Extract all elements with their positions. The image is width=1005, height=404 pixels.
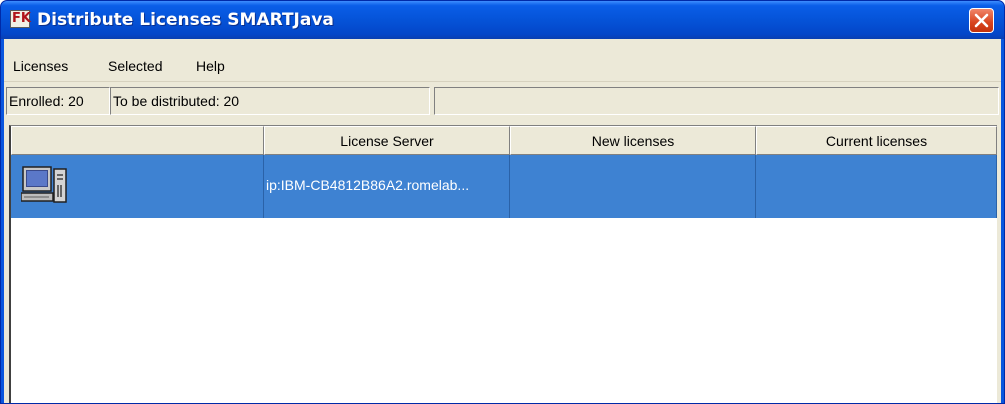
window-client-area: Licenses Selected Help Enrolled: 20 To b… [4, 39, 1001, 403]
menu-bar: Licenses Selected Help [4, 39, 1001, 82]
menu-selected[interactable]: Selected [108, 56, 162, 76]
column-header-icon[interactable] [11, 126, 264, 155]
row-license-server-cell[interactable]: ip:IBM-CB4812B86A2.romelab... [264, 155, 510, 218]
license-app-icon[interactable]: FK [10, 10, 31, 28]
row-current-licenses-cell[interactable] [756, 155, 997, 218]
row-icon-cell[interactable] [11, 155, 264, 218]
window: FK Distribute Licenses SMARTJava License… [0, 0, 1005, 404]
menu-help[interactable]: Help [196, 56, 225, 76]
license-server-value: ip:IBM-CB4812B86A2.romelab... [266, 177, 470, 193]
app-icon-glyph: FK [12, 11, 31, 26]
close-icon [974, 13, 989, 28]
table-header: License Server New licenses Current lice… [11, 126, 997, 155]
row-new-licenses-cell[interactable] [510, 155, 756, 218]
column-header-new-licenses[interactable]: New licenses [510, 126, 756, 155]
column-header-current-licenses[interactable]: Current licenses [756, 126, 997, 155]
computer-icon [21, 166, 67, 203]
license-servers-table[interactable]: License Server New licenses Current lice… [9, 125, 997, 403]
column-header-license-server[interactable]: License Server [264, 126, 510, 155]
table-row[interactable]: ip:IBM-CB4812B86A2.romelab... [11, 155, 997, 218]
status-empty-panel [434, 87, 999, 115]
to-be-distributed-count: To be distributed: 20 [110, 87, 430, 115]
enrolled-count: Enrolled: 20 [6, 87, 110, 115]
title-bar[interactable]: FK Distribute Licenses SMARTJava [1, 1, 1004, 39]
menu-licenses[interactable]: Licenses [13, 56, 68, 76]
status-bar: Enrolled: 20 To be distributed: 20 [4, 83, 1001, 117]
close-button[interactable] [969, 8, 994, 33]
window-title: Distribute Licenses SMARTJava [37, 10, 334, 30]
